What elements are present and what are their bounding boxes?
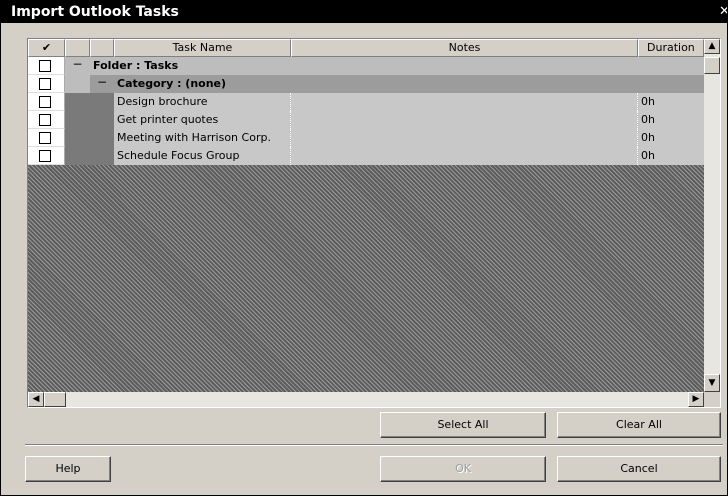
header-task-name[interactable]: Task Name	[114, 39, 291, 57]
task-duration-cell: 0h	[638, 129, 704, 147]
tasks-grid: ✔ Task Name Notes Duration − Folder : Ta…	[27, 38, 721, 408]
task-checkbox-cell[interactable]	[28, 93, 65, 111]
task-notes-cell	[291, 129, 638, 147]
task-checkbox-cell[interactable]	[28, 147, 65, 165]
vertical-scroll-thumb[interactable]	[704, 57, 720, 74]
category-indent	[65, 75, 90, 93]
folder-collapse-icon[interactable]: −	[65, 57, 90, 75]
select-all-button[interactable]: Select All	[380, 412, 546, 438]
dialog-titlebar: Import Outlook Tasks ✕	[1, 1, 727, 23]
close-icon[interactable]: ✕	[719, 1, 727, 23]
header-notes[interactable]: Notes	[291, 39, 638, 57]
table-row[interactable]: Design brochure 0h	[28, 93, 704, 111]
task-duration-cell: 0h	[638, 111, 704, 129]
row-indent	[65, 111, 90, 129]
help-button[interactable]: Help	[25, 456, 111, 482]
row-indent	[90, 111, 114, 129]
header-indent-1	[65, 39, 90, 57]
category-label: Category : (none)	[114, 75, 704, 93]
clear-all-button[interactable]: Clear All	[557, 412, 721, 438]
row-indent	[90, 147, 114, 165]
task-checkbox[interactable]	[39, 96, 51, 108]
folder-checkbox-cell[interactable]	[28, 57, 65, 75]
import-outlook-tasks-dialog: Import Outlook Tasks ✕ ✔ Task Name Notes…	[0, 0, 728, 496]
table-row[interactable]: Meeting with Harrison Corp. 0h	[28, 129, 704, 147]
folder-label: Folder : Tasks	[90, 57, 704, 75]
category-group-row: − Category : (none)	[28, 75, 704, 93]
scrollbar-corner	[704, 392, 720, 407]
task-checkbox-cell[interactable]	[28, 129, 65, 147]
empty-grid-area	[28, 165, 704, 392]
cancel-button[interactable]: Cancel	[557, 456, 721, 482]
folder-group-row: − Folder : Tasks	[28, 57, 704, 75]
row-indent	[65, 129, 90, 147]
horizontal-scroll-thumb[interactable]	[44, 392, 66, 407]
category-checkbox-cell[interactable]	[28, 75, 65, 93]
task-checkbox-cell[interactable]	[28, 111, 65, 129]
header-check-icon[interactable]: ✔	[28, 39, 65, 57]
ok-button: OK	[380, 456, 546, 482]
category-collapse-icon[interactable]: −	[90, 75, 114, 93]
table-row[interactable]: Schedule Focus Group 0h	[28, 147, 704, 165]
folder-checkbox[interactable]	[39, 60, 51, 72]
dialog-title: Import Outlook Tasks	[11, 4, 179, 20]
task-name-cell: Design brochure	[114, 93, 291, 111]
task-notes-cell	[291, 93, 638, 111]
task-duration-cell: 0h	[638, 147, 704, 165]
vertical-scrollbar[interactable]: ▲ ▼	[704, 39, 720, 392]
header-indent-2	[90, 39, 114, 57]
horizontal-scrollbar[interactable]: ◀ ▶	[28, 392, 704, 407]
task-notes-cell	[291, 147, 638, 165]
row-indent	[90, 93, 114, 111]
task-checkbox[interactable]	[39, 132, 51, 144]
scroll-up-icon[interactable]: ▲	[704, 39, 720, 54]
task-name-cell: Meeting with Harrison Corp.	[114, 129, 291, 147]
task-checkbox[interactable]	[39, 114, 51, 126]
task-duration-cell: 0h	[638, 93, 704, 111]
task-checkbox[interactable]	[39, 150, 51, 162]
scroll-right-icon[interactable]: ▶	[688, 392, 704, 407]
task-name-cell: Get printer quotes	[114, 111, 291, 129]
table-row[interactable]: Get printer quotes 0h	[28, 111, 704, 129]
divider	[25, 444, 723, 446]
row-indent	[65, 93, 90, 111]
task-name-cell: Schedule Focus Group	[114, 147, 291, 165]
row-indent	[90, 129, 114, 147]
scroll-down-icon[interactable]: ▼	[704, 374, 720, 392]
scroll-left-icon[interactable]: ◀	[28, 392, 44, 407]
header-duration[interactable]: Duration	[638, 39, 704, 57]
category-checkbox[interactable]	[39, 78, 51, 90]
task-notes-cell	[291, 111, 638, 129]
row-indent	[65, 147, 90, 165]
